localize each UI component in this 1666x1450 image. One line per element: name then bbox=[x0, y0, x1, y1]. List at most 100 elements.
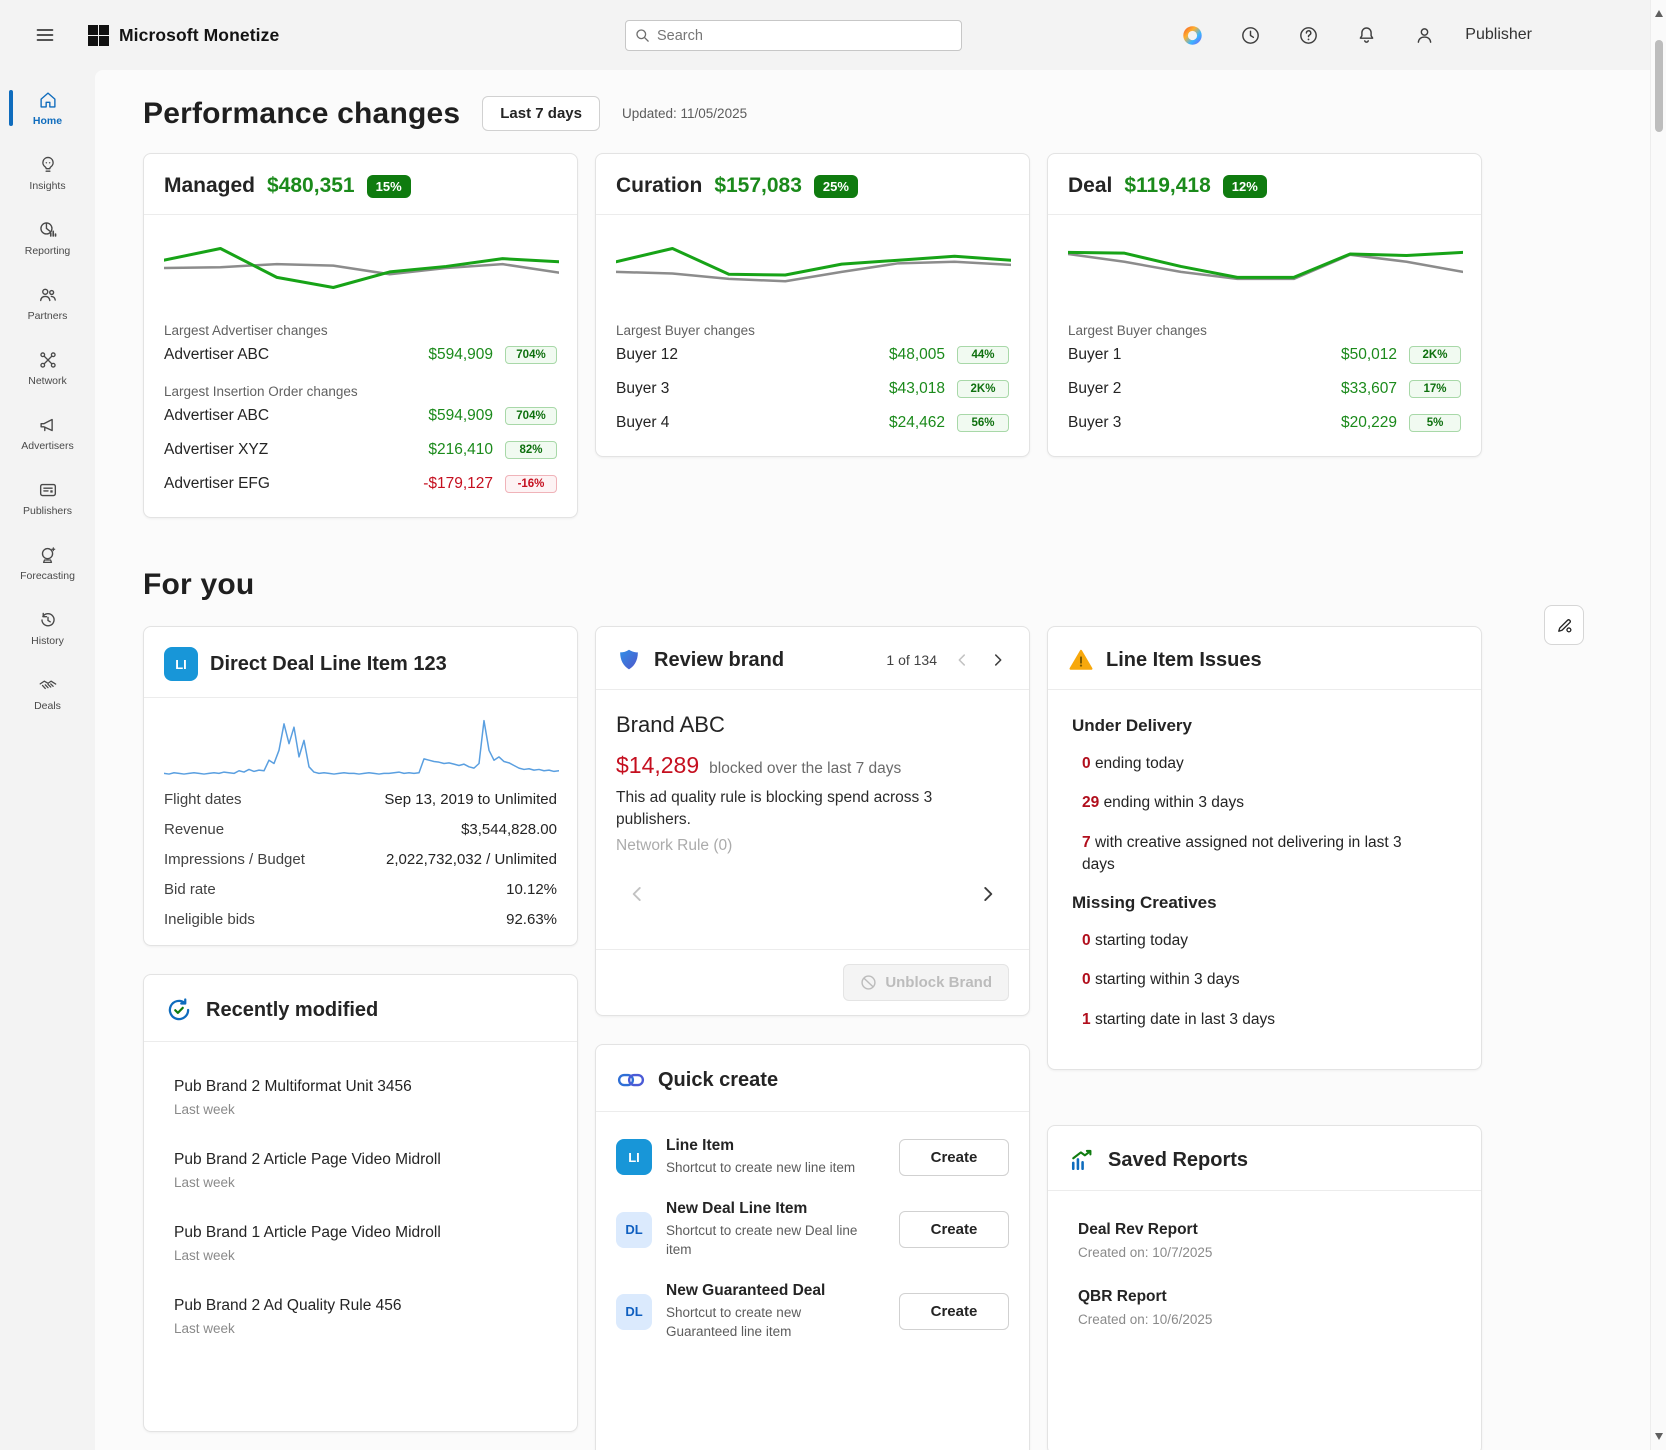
saved-report-item[interactable]: QBR Report Created on: 10/6/2025 bbox=[1068, 1280, 1461, 1347]
carousel-previous-icon[interactable] bbox=[624, 881, 650, 907]
sidebar-item-network[interactable]: Network bbox=[0, 336, 95, 400]
sidebar-item-partners[interactable]: Partners bbox=[0, 271, 95, 335]
vertical-scrollbar[interactable] bbox=[1650, 0, 1666, 1450]
buyer-change-row[interactable]: Buyer 3 $20,229 5% bbox=[1068, 406, 1461, 440]
search-box bbox=[625, 20, 962, 51]
quick-create-row: LI Line Item Shortcut to create new line… bbox=[616, 1126, 1009, 1189]
deal-trend-chart bbox=[1068, 229, 1463, 307]
sidebar-item-advertisers[interactable]: Advertisers bbox=[0, 401, 95, 465]
search-input[interactable] bbox=[657, 28, 952, 44]
line-item-icon: LI bbox=[164, 647, 198, 681]
issue-group-heading: Under Delivery bbox=[1072, 716, 1457, 736]
saved-reports-title: Saved Reports bbox=[1108, 1149, 1248, 1172]
line-item-card-title: Direct Deal Line Item 123 bbox=[210, 653, 447, 676]
sidebar-item-insights[interactable]: Insights bbox=[0, 141, 95, 205]
change-badge: 44% bbox=[957, 346, 1009, 364]
quick-create-row: DL New Deal Line Item Shortcut to create… bbox=[616, 1189, 1009, 1271]
section-label: Largest Buyer changes bbox=[616, 323, 1009, 338]
section-label: Largest Insertion Order changes bbox=[164, 384, 557, 399]
home-icon bbox=[37, 89, 59, 111]
for-you-cards: LI Direct Deal Line Item 123 Flight date… bbox=[143, 626, 1618, 1450]
pagination-label: 1 of 134 bbox=[886, 652, 937, 668]
issue-item[interactable]: 0 starting within 3 days bbox=[1072, 969, 1432, 991]
next-brand-icon[interactable] bbox=[987, 649, 1009, 671]
scroll-down-arrow-icon[interactable] bbox=[1655, 1433, 1663, 1440]
sidebar-item-home[interactable]: Home bbox=[0, 76, 95, 140]
recently-modified-title: Recently modified bbox=[206, 999, 378, 1022]
app-title: Microsoft Monetize bbox=[119, 25, 279, 46]
previous-brand-icon[interactable] bbox=[951, 649, 973, 671]
recently-modified-item[interactable]: Pub Brand 2 Article Page Video Midroll L… bbox=[164, 1141, 557, 1214]
megaphone-icon bbox=[37, 414, 59, 436]
change-badge: 704% bbox=[505, 407, 557, 425]
date-range-button[interactable]: Last 7 days bbox=[482, 96, 600, 131]
deal-line-item-icon: DL bbox=[616, 1212, 652, 1248]
issue-item[interactable]: 1 starting date in last 3 days bbox=[1072, 1009, 1432, 1031]
buyer-change-row[interactable]: Buyer 1 $50,012 2K% bbox=[1068, 338, 1461, 372]
insertion-order-change-row[interactable]: Advertiser XYZ $216,410 82% bbox=[164, 433, 557, 467]
network-rule-label: Network Rule (0) bbox=[616, 837, 1009, 855]
for-you-header: For you bbox=[143, 568, 1618, 602]
issue-item[interactable]: 29 ending within 3 days bbox=[1072, 792, 1432, 814]
for-you-title: For you bbox=[143, 568, 1618, 602]
issue-item[interactable]: 0 starting today bbox=[1072, 930, 1432, 952]
curation-card: Curation $157,083 25% Largest Buyer chan… bbox=[595, 153, 1030, 457]
issue-item[interactable]: 0 ending today bbox=[1072, 753, 1432, 775]
account-person-icon[interactable] bbox=[1407, 18, 1441, 52]
sidebar-item-publishers[interactable]: Publishers bbox=[0, 466, 95, 530]
create-line-item-button[interactable]: Create bbox=[899, 1139, 1009, 1176]
guaranteed-deal-icon: DL bbox=[616, 1294, 652, 1330]
performance-cards-row: Managed $480,351 15% Largest Advertiser … bbox=[143, 153, 1618, 518]
change-badge: 704% bbox=[505, 346, 557, 364]
recently-modified-card: Recently modified Pub Brand 2 Multiforma… bbox=[143, 974, 578, 1432]
microsoft-logo-icon bbox=[88, 25, 109, 46]
scroll-up-arrow-icon[interactable] bbox=[1655, 10, 1663, 17]
managed-amount: $480,351 bbox=[267, 174, 355, 198]
change-badge: 2K% bbox=[1409, 346, 1461, 364]
customize-edit-button[interactable] bbox=[1544, 605, 1584, 645]
notifications-bell-icon[interactable] bbox=[1349, 18, 1383, 52]
recently-modified-item[interactable]: Pub Brand 2 Multiformat Unit 3456 Last w… bbox=[164, 1068, 557, 1141]
issue-item[interactable]: 7 with creative assigned not delivering … bbox=[1072, 832, 1432, 877]
create-deal-line-item-button[interactable]: Create bbox=[899, 1211, 1009, 1248]
field-row: Impressions / Budget 2,022,732,032 / Unl… bbox=[164, 844, 557, 874]
scrollbar-thumb[interactable] bbox=[1655, 40, 1663, 132]
saved-reports-card: Saved Reports Deal Rev Report Created on… bbox=[1047, 1125, 1482, 1450]
sidebar-item-forecasting[interactable]: Forecasting bbox=[0, 531, 95, 595]
managed-change-badge: 15% bbox=[367, 175, 411, 198]
line-item-issues-title: Line Item Issues bbox=[1106, 649, 1262, 672]
insertion-order-change-row[interactable]: Advertiser ABC $594,909 704% bbox=[164, 399, 557, 433]
change-badge: 17% bbox=[1409, 380, 1461, 398]
direct-deal-line-item-card: LI Direct Deal Line Item 123 Flight date… bbox=[143, 626, 578, 946]
hamburger-menu-icon[interactable] bbox=[28, 18, 62, 52]
unblock-brand-button[interactable]: Unblock Brand bbox=[843, 964, 1009, 1001]
sidebar-item-deals[interactable]: Deals bbox=[0, 661, 95, 725]
recently-modified-item[interactable]: Pub Brand 1 Article Page Video Midroll L… bbox=[164, 1214, 557, 1287]
buyer-change-row[interactable]: Buyer 4 $24,462 56% bbox=[616, 406, 1009, 440]
buyer-change-row[interactable]: Buyer 3 $43,018 2K% bbox=[616, 372, 1009, 406]
issue-group-heading: Missing Creatives bbox=[1072, 893, 1457, 913]
brand-name: Brand ABC bbox=[616, 712, 1009, 738]
edit-settings-icon bbox=[1554, 615, 1575, 636]
buyer-change-row[interactable]: Buyer 2 $33,607 17% bbox=[1068, 372, 1461, 406]
user-role-label[interactable]: Publisher bbox=[1465, 26, 1532, 44]
history-clock-icon[interactable] bbox=[1233, 18, 1267, 52]
help-icon[interactable] bbox=[1291, 18, 1325, 52]
saved-report-item[interactable]: Deal Rev Report Created on: 10/7/2025 bbox=[1068, 1213, 1461, 1280]
copilot-icon[interactable] bbox=[1175, 18, 1209, 52]
warning-icon bbox=[1068, 647, 1094, 673]
line-item-issues-card: Line Item Issues Under Delivery 0 ending… bbox=[1047, 626, 1482, 1070]
app-brand: Microsoft Monetize bbox=[88, 25, 279, 46]
quick-create-card: Quick create LI Line Item Shortcut to cr… bbox=[595, 1044, 1030, 1450]
create-guaranteed-deal-button[interactable]: Create bbox=[899, 1293, 1009, 1330]
review-brand-card: Review brand 1 of 134 Brand ABC $14,289 … bbox=[595, 626, 1030, 1016]
recently-modified-item[interactable]: Pub Brand 2 Ad Quality Rule 456 Last wee… bbox=[164, 1287, 557, 1360]
field-row: Bid rate 10.12% bbox=[164, 874, 557, 904]
buyer-change-row[interactable]: Buyer 12 $48,005 44% bbox=[616, 338, 1009, 372]
carousel-next-icon[interactable] bbox=[975, 881, 1001, 907]
sidebar-item-reporting[interactable]: Reporting bbox=[0, 206, 95, 270]
deal-card: Deal $119,418 12% Largest Buyer changes … bbox=[1047, 153, 1482, 457]
insertion-order-change-row[interactable]: Advertiser EFG -$179,127 -16% bbox=[164, 467, 557, 501]
advertiser-change-row[interactable]: Advertiser ABC $594,909 704% bbox=[164, 338, 557, 372]
sidebar-item-history[interactable]: History bbox=[0, 596, 95, 660]
